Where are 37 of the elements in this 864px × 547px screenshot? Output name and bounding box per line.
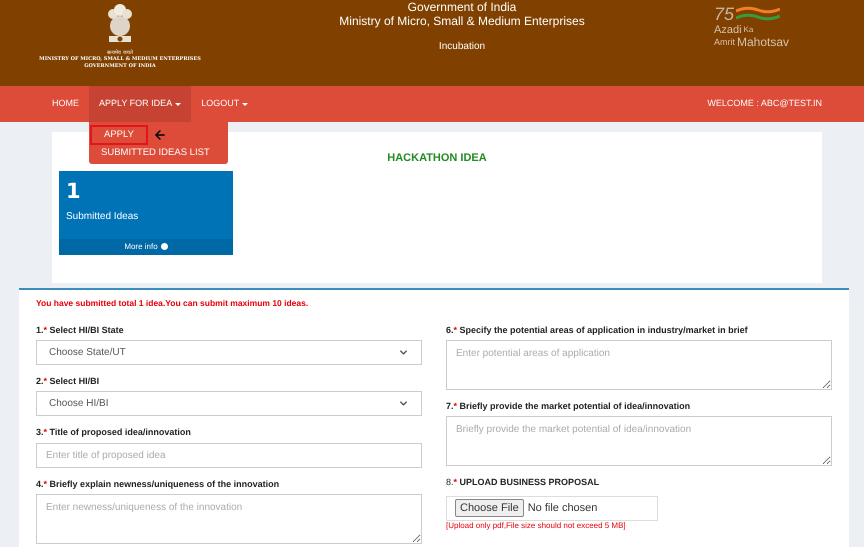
field-label: 6.* Specify the potential areas of application in industry/market in brief <box>446 324 749 336</box>
page-title: HACKATHON IDEA <box>387 151 487 166</box>
logo-number: 75 <box>714 4 734 24</box>
welcome-text: WELCOME : ABC@TEST.IN <box>707 97 822 110</box>
logo-text-large: Mahotsav <box>737 36 790 48</box>
submission-message: You have submitted total 1 idea.You can submit maximum 10 ideas. <box>36 297 310 310</box>
menu-item[interactable]: APPLY <box>90 125 148 145</box>
more-info-link[interactable]: More info <box>59 238 233 254</box>
choose-file-button[interactable]: Choose File <box>455 499 524 518</box>
upload-note: [Upload only pdf,File size should not exceed 5 MB] <box>446 520 627 531</box>
logo-text: Azadi <box>714 24 742 36</box>
textarea-field[interactable]: Enter newness/uniqueness of the innovation <box>36 494 422 544</box>
field-label: 7.* Briefly provide the market potential of idea/innovation <box>446 400 692 412</box>
select-field[interactable]: Choose HI/BI <box>36 390 422 416</box>
nav-item[interactable]: HOME <box>42 86 89 122</box>
file-input[interactable]: Choose File No file chosen <box>446 496 658 521</box>
field-label: 8.* UPLOAD BUSINESS PROPOSAL <box>446 476 600 488</box>
menu-item[interactable]: SUBMITTED IDEAS LIST <box>89 145 222 161</box>
input-field[interactable]: Enter title of proposed idea <box>36 442 422 468</box>
textarea-field[interactable]: Enter potential areas of application <box>446 340 832 390</box>
field-label: 2.* Select HI/BI <box>36 374 100 387</box>
textarea-field[interactable]: Briefly provide the market potential of idea/innovation <box>446 416 832 466</box>
field-label: 4.* Briefly explain newness/uniqueness of the innovation <box>36 478 280 490</box>
field-label: 3.* Title of proposed idea/innovation <box>36 426 192 438</box>
flag-wave-icon <box>736 6 780 22</box>
header-title: Government of India <box>408 0 516 14</box>
stat-label: Submitted Ideas <box>65 210 140 224</box>
select-field[interactable]: Choose State/UT <box>36 340 422 365</box>
header-subtitle: Incubation <box>438 40 486 54</box>
logo-text-small: Ka <box>744 24 754 36</box>
stat-count: 1 <box>65 178 82 202</box>
field-label: 1.* Select HI/BI State <box>36 324 125 336</box>
nav-item[interactable]: APPLY FOR IDEA <box>89 86 192 122</box>
header-title: Ministry of Micro, Small & Medium Enterprises <box>339 14 585 28</box>
file-status: No file chosen <box>528 501 598 516</box>
nav-item[interactable]: LOGOUT <box>191 86 258 122</box>
logo-text: Amrit <box>714 36 735 48</box>
